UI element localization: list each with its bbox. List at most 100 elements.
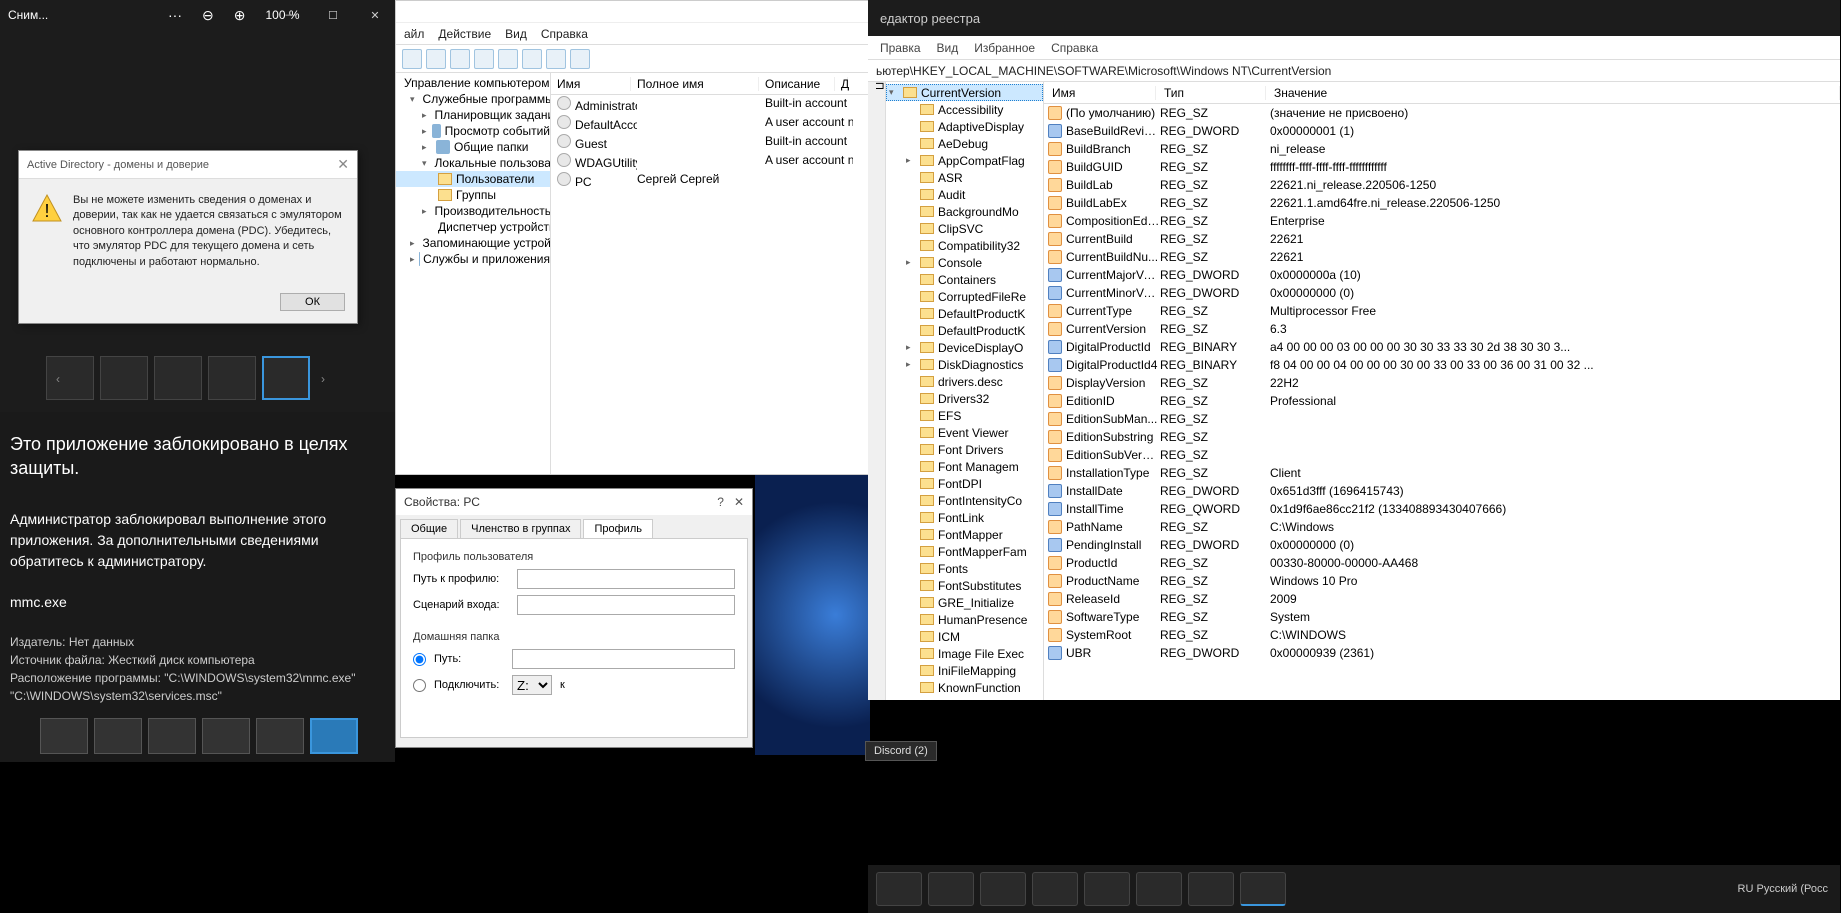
tab-profile[interactable]: Профиль bbox=[583, 519, 653, 538]
menu-view[interactable]: Вид bbox=[937, 41, 959, 55]
menu-file[interactable]: айл bbox=[404, 27, 424, 41]
reg-value-row[interactable]: EditionSubMan...REG_SZ bbox=[1044, 410, 1840, 428]
reg-value-row[interactable]: DisplayVersionREG_SZ22H2 bbox=[1044, 374, 1840, 392]
reg-tree-item[interactable]: EFS bbox=[886, 407, 1043, 424]
menu-help[interactable]: Справка bbox=[1051, 41, 1098, 55]
zoom-out-icon[interactable]: ⊖ bbox=[202, 7, 214, 24]
user-row[interactable]: GuestBuilt-in account bbox=[551, 133, 869, 152]
reg-tree-item[interactable]: FontIntensityCo bbox=[886, 492, 1043, 509]
toolbar-icon[interactable] bbox=[570, 49, 590, 69]
taskbar-item-active[interactable] bbox=[1240, 872, 1286, 906]
reg-value-row[interactable]: SoftwareTypeREG_SZSystem bbox=[1044, 608, 1840, 626]
reg-tree-item[interactable]: Audit bbox=[886, 186, 1043, 203]
col-value[interactable]: Значение bbox=[1266, 86, 1840, 100]
reg-value-row[interactable]: CompositionEdi...REG_SZEnterprise bbox=[1044, 212, 1840, 230]
next-icon[interactable]: › bbox=[321, 372, 325, 386]
tree-root[interactable]: Управление компьютером (ло bbox=[396, 75, 550, 91]
reg-tree-item[interactable]: Drivers32 bbox=[886, 390, 1043, 407]
reg-value-row[interactable]: EditionSubVersionREG_SZ bbox=[1044, 446, 1840, 464]
reg-value-row[interactable]: UBRREG_DWORD0x00000939 (2361) bbox=[1044, 644, 1840, 662]
reg-tree-item-selected[interactable]: ▾CurrentVersion bbox=[886, 84, 1043, 101]
reg-value-row[interactable]: DigitalProductIdREG_BINARYa4 00 00 00 03… bbox=[1044, 338, 1840, 356]
taskbar-item[interactable] bbox=[1032, 872, 1078, 906]
input-profile-path[interactable] bbox=[517, 569, 735, 589]
thumbnail[interactable] bbox=[40, 718, 88, 754]
reg-tree-item[interactable]: ▸DiskDiagnostics bbox=[886, 356, 1043, 373]
taskbar-item[interactable] bbox=[1136, 872, 1182, 906]
menu-action[interactable]: Действие bbox=[438, 27, 491, 41]
tree-perf[interactable]: ▸Производительность bbox=[396, 203, 550, 219]
tab-membership[interactable]: Членство в группах bbox=[460, 519, 581, 538]
thumbnail[interactable] bbox=[202, 718, 250, 754]
radio-path[interactable] bbox=[413, 653, 426, 666]
reg-value-row[interactable]: PendingInstallREG_DWORD0x00000000 (0) bbox=[1044, 536, 1840, 554]
reg-value-row[interactable]: DigitalProductId4REG_BINARYf8 04 00 00 0… bbox=[1044, 356, 1840, 374]
reg-value-row[interactable]: BuildLabREG_SZ22621.ni_release.220506-12… bbox=[1044, 176, 1840, 194]
help-icon[interactable]: ? bbox=[717, 495, 724, 509]
toolbar-help-icon[interactable] bbox=[546, 49, 566, 69]
tree-groups[interactable]: Группы bbox=[396, 187, 550, 203]
reg-value-row[interactable]: EditionIDREG_SZProfessional bbox=[1044, 392, 1840, 410]
tree-services[interactable]: ▸Службы и приложения bbox=[396, 251, 550, 267]
thumbnail-active[interactable] bbox=[310, 718, 358, 754]
reg-value-row[interactable]: (По умолчанию)REG_SZ(значение не присвое… bbox=[1044, 104, 1840, 122]
dialog-close-icon[interactable]: ✕ bbox=[337, 156, 349, 173]
col-fullname[interactable]: Полное имя bbox=[631, 77, 759, 91]
reg-tree-item[interactable]: ClipSVC bbox=[886, 220, 1043, 237]
reg-value-row[interactable]: SystemRootREG_SZC:\WINDOWS bbox=[1044, 626, 1840, 644]
select-drive[interactable]: Z: bbox=[512, 675, 552, 695]
input-logon-script[interactable] bbox=[517, 595, 735, 615]
thumbnail[interactable] bbox=[154, 356, 202, 400]
reg-value-row[interactable]: ProductNameREG_SZWindows 10 Pro bbox=[1044, 572, 1840, 590]
reg-value-row[interactable]: BuildLabExREG_SZ22621.1.amd64fre.ni_rele… bbox=[1044, 194, 1840, 212]
reg-tree-item[interactable]: BackgroundMo bbox=[886, 203, 1043, 220]
tree-eventviewer[interactable]: ▸Просмотр событий bbox=[396, 123, 550, 139]
toolbar-forward-icon[interactable] bbox=[426, 49, 446, 69]
reg-tree-item[interactable]: HumanPresence bbox=[886, 611, 1043, 628]
reg-value-row[interactable]: BuildGUIDREG_SZffffffff-ffff-ffff-ffff-f… bbox=[1044, 158, 1840, 176]
reg-tree-item[interactable]: AdaptiveDisplay bbox=[886, 118, 1043, 135]
col-name[interactable]: Имя bbox=[1044, 86, 1156, 100]
reg-tree-item[interactable]: Compatibility32 bbox=[886, 237, 1043, 254]
reg-tree-item[interactable]: Event Viewer bbox=[886, 424, 1043, 441]
reg-tree-item[interactable]: ICM bbox=[886, 628, 1043, 645]
reg-value-row[interactable]: ReleaseIdREG_SZ2009 bbox=[1044, 590, 1840, 608]
reg-tree-item[interactable]: FontMapperFam bbox=[886, 543, 1043, 560]
input-home-path[interactable] bbox=[512, 649, 735, 669]
toolbar-export-icon[interactable] bbox=[522, 49, 542, 69]
menu-help[interactable]: Справка bbox=[541, 27, 588, 41]
regedit-path-bar[interactable]: ьютер\HKEY_LOCAL_MACHINE\SOFTWARE\Micros… bbox=[868, 60, 1840, 82]
reg-tree-item[interactable]: ▸AppCompatFlag bbox=[886, 152, 1043, 169]
reg-tree-item[interactable]: Font Managem bbox=[886, 458, 1043, 475]
reg-value-row[interactable]: CurrentMinorVe...REG_DWORD0x00000000 (0) bbox=[1044, 284, 1840, 302]
menu-view[interactable]: Вид bbox=[505, 27, 527, 41]
close-icon[interactable]: ✕ bbox=[734, 495, 744, 509]
reg-tree-item[interactable]: AeDebug bbox=[886, 135, 1043, 152]
reg-value-row[interactable]: InstallationTypeREG_SZClient bbox=[1044, 464, 1840, 482]
reg-tree-item[interactable]: Font Drivers bbox=[886, 441, 1043, 458]
reg-tree-item[interactable]: FontDPI bbox=[886, 475, 1043, 492]
taskbar-item[interactable] bbox=[980, 872, 1026, 906]
reg-value-row[interactable]: EditionSubstringREG_SZ bbox=[1044, 428, 1840, 446]
taskbar-item[interactable] bbox=[876, 872, 922, 906]
thumbnail-active[interactable] bbox=[262, 356, 310, 400]
taskbar-tray[interactable]: RU Русский (Росс bbox=[1738, 883, 1832, 895]
tree-devmgr[interactable]: Диспетчер устройств bbox=[396, 219, 550, 235]
reg-value-row[interactable]: CurrentTypeREG_SZMultiprocessor Free bbox=[1044, 302, 1840, 320]
more-icon[interactable]: ··· bbox=[168, 7, 182, 23]
toolbar-up-icon[interactable] bbox=[450, 49, 470, 69]
menu-edit[interactable]: Правка bbox=[880, 41, 921, 55]
col-name[interactable]: Имя bbox=[551, 77, 631, 91]
reg-tree-item[interactable]: IniFileMapping bbox=[886, 662, 1043, 679]
reg-value-row[interactable]: CurrentBuildREG_SZ22621 bbox=[1044, 230, 1840, 248]
reg-value-row[interactable]: PathNameREG_SZC:\Windows bbox=[1044, 518, 1840, 536]
toolbar-back-icon[interactable] bbox=[402, 49, 422, 69]
reg-value-row[interactable]: InstallTimeREG_QWORD0x1d9f6ae86cc21f2 (1… bbox=[1044, 500, 1840, 518]
reg-tree-item[interactable]: CorruptedFileRe bbox=[886, 288, 1043, 305]
col-hidden[interactable]: Д bbox=[835, 77, 848, 91]
reg-value-row[interactable]: CurrentBuildNu...REG_SZ22621 bbox=[1044, 248, 1840, 266]
reg-value-row[interactable]: ProductIdREG_SZ00330-80000-00000-AA468 bbox=[1044, 554, 1840, 572]
toolbar-properties-icon[interactable] bbox=[474, 49, 494, 69]
tree-scheduler[interactable]: ▸Планировщик заданий bbox=[396, 107, 550, 123]
thumbnail[interactable] bbox=[256, 718, 304, 754]
